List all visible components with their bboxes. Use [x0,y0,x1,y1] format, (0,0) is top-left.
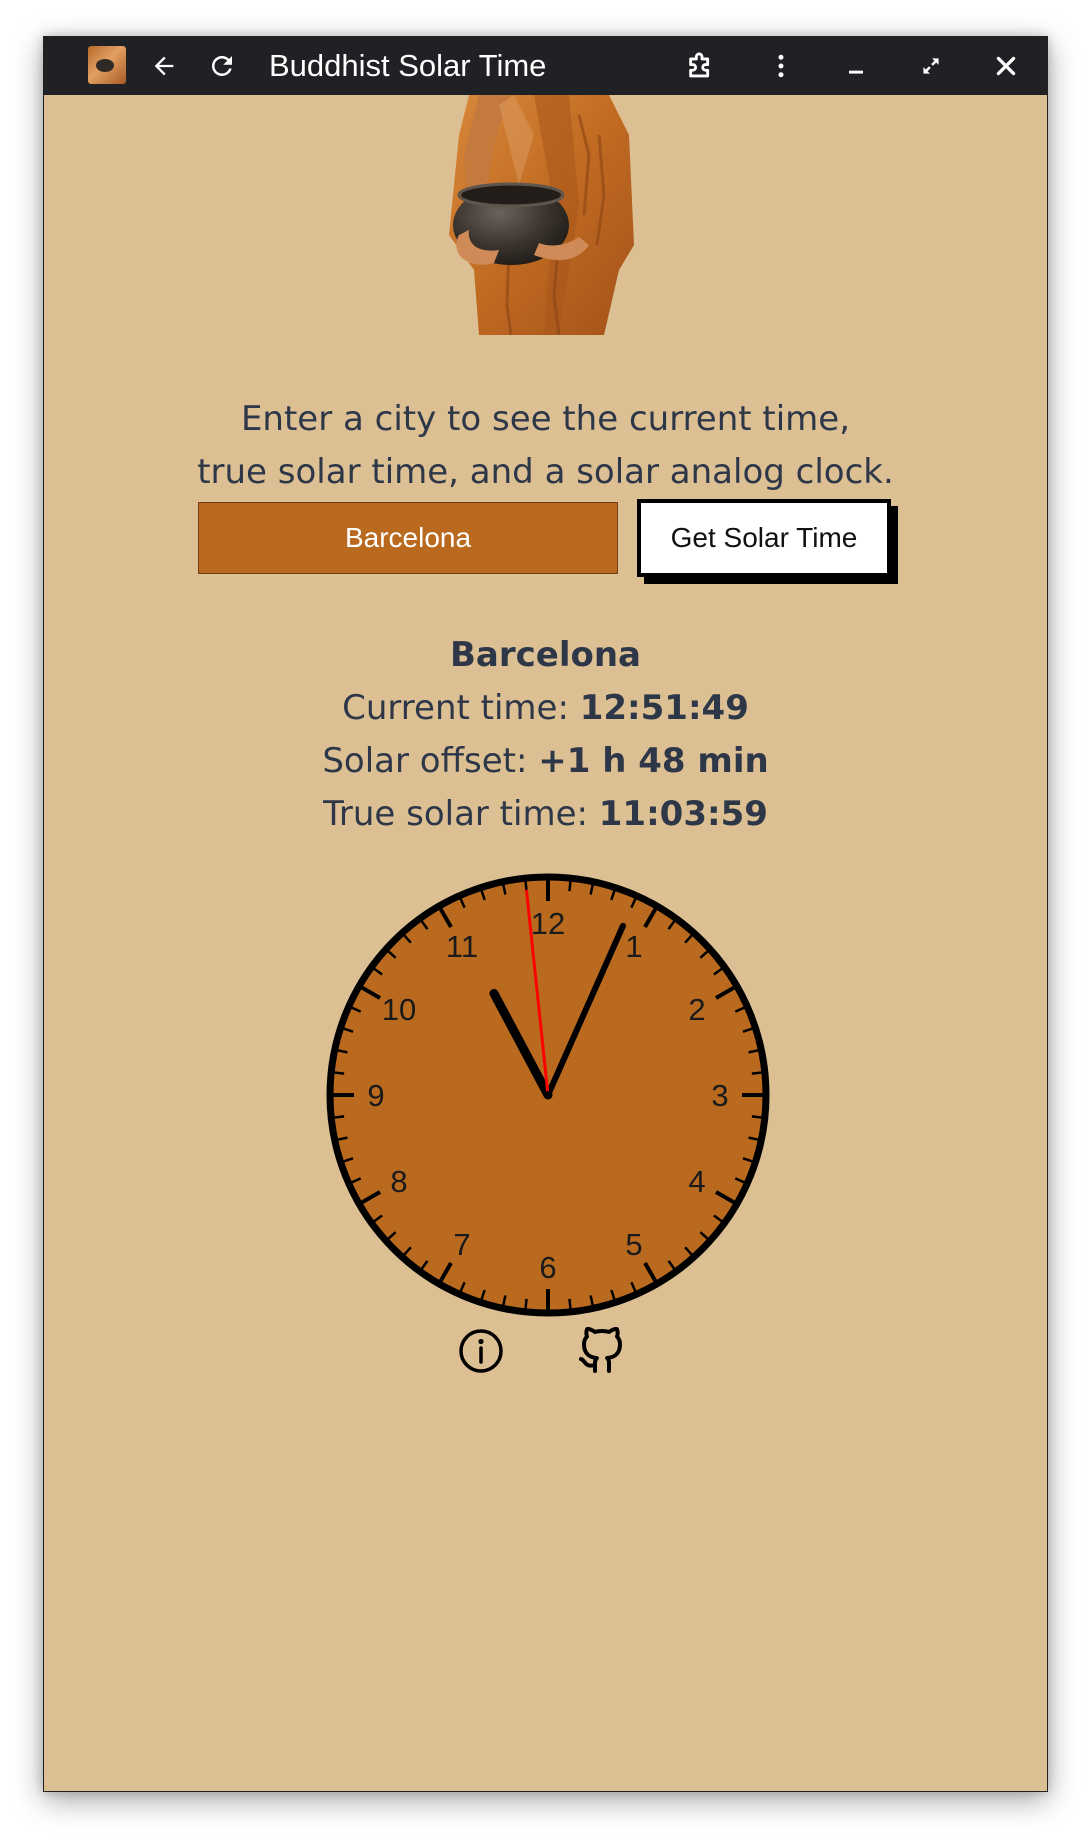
title-bar: Buddhist Solar Time [44,37,1047,95]
intro-line-1: Enter a city to see the current time, [240,399,851,439]
solar-time-value: 11:03:59 [598,794,768,834]
clock-number: 7 [453,1227,470,1262]
clock-number: 12 [531,906,565,941]
city-input[interactable] [198,502,618,574]
clock-minor-tick [751,1115,762,1119]
result-city: Barcelona [449,635,641,675]
clock-minor-tick [751,1071,762,1075]
get-solar-time-button[interactable]: Get Solar Time [637,499,891,577]
solar-time-label: True solar time: [323,794,599,834]
reload-button[interactable] [201,45,243,87]
arrow-left-icon [154,56,174,76]
clock-number: 3 [711,1078,728,1113]
solar-offset-value: +1 h 48 min [538,741,769,781]
clock-minor-tick [524,1298,528,1309]
clock-minor-tick [334,1071,345,1075]
minimize-icon [849,70,863,74]
clock-number: 9 [367,1078,384,1113]
github-icon[interactable] [577,1327,625,1375]
minimize-button[interactable] [835,45,877,87]
solar-time-row: True solar time: 11:03:59 [44,788,1047,841]
results-panel: Barcelona Current time: 12:51:49 Solar o… [44,629,1047,841]
clock-number: 6 [539,1250,556,1285]
restore-button[interactable] [910,45,952,87]
menu-button[interactable] [760,45,802,87]
clock-number: 2 [688,992,705,1027]
app-window: Buddhist Solar Time Enter a city to see … [43,36,1048,1792]
clock-minor-tick [568,881,572,892]
window-title: Buddhist Solar Time [269,48,547,83]
solar-analog-clock: 121234567891011 [326,873,770,1317]
current-time-row: Current time: 12:51:49 [44,682,1047,735]
current-time-label: Current time: [342,688,580,728]
clock-number: 11 [446,929,478,964]
info-icon[interactable] [457,1327,505,1375]
clock-number: 4 [688,1164,705,1199]
clock-number: 1 [625,929,642,964]
restore-icon [923,58,939,74]
more-vertical-icon [778,54,784,78]
clock-minor-tick [568,1298,572,1309]
app-icon [88,46,126,84]
clock-center [544,1091,552,1099]
close-button[interactable] [985,45,1027,87]
page-content: Enter a city to see the current time, tr… [44,95,1047,1791]
clock-number: 10 [382,992,416,1027]
clock-number: 5 [625,1227,642,1262]
intro-text: Enter a city to see the current time, tr… [44,393,1047,499]
intro-line-2: true solar time, and a solar analog cloc… [197,452,894,492]
solar-offset-label: Solar offset: [322,741,539,781]
current-time-value: 12:51:49 [579,688,749,728]
clock-minor-tick [334,1115,345,1119]
extensions-button[interactable] [681,45,723,87]
monk-illustration [449,95,634,335]
reload-icon [212,55,232,76]
puzzle-icon [689,52,710,78]
solar-offset-row: Solar offset: +1 h 48 min [44,735,1047,788]
clock-number: 8 [390,1164,407,1199]
back-button[interactable] [143,45,185,87]
close-icon [996,56,1016,76]
